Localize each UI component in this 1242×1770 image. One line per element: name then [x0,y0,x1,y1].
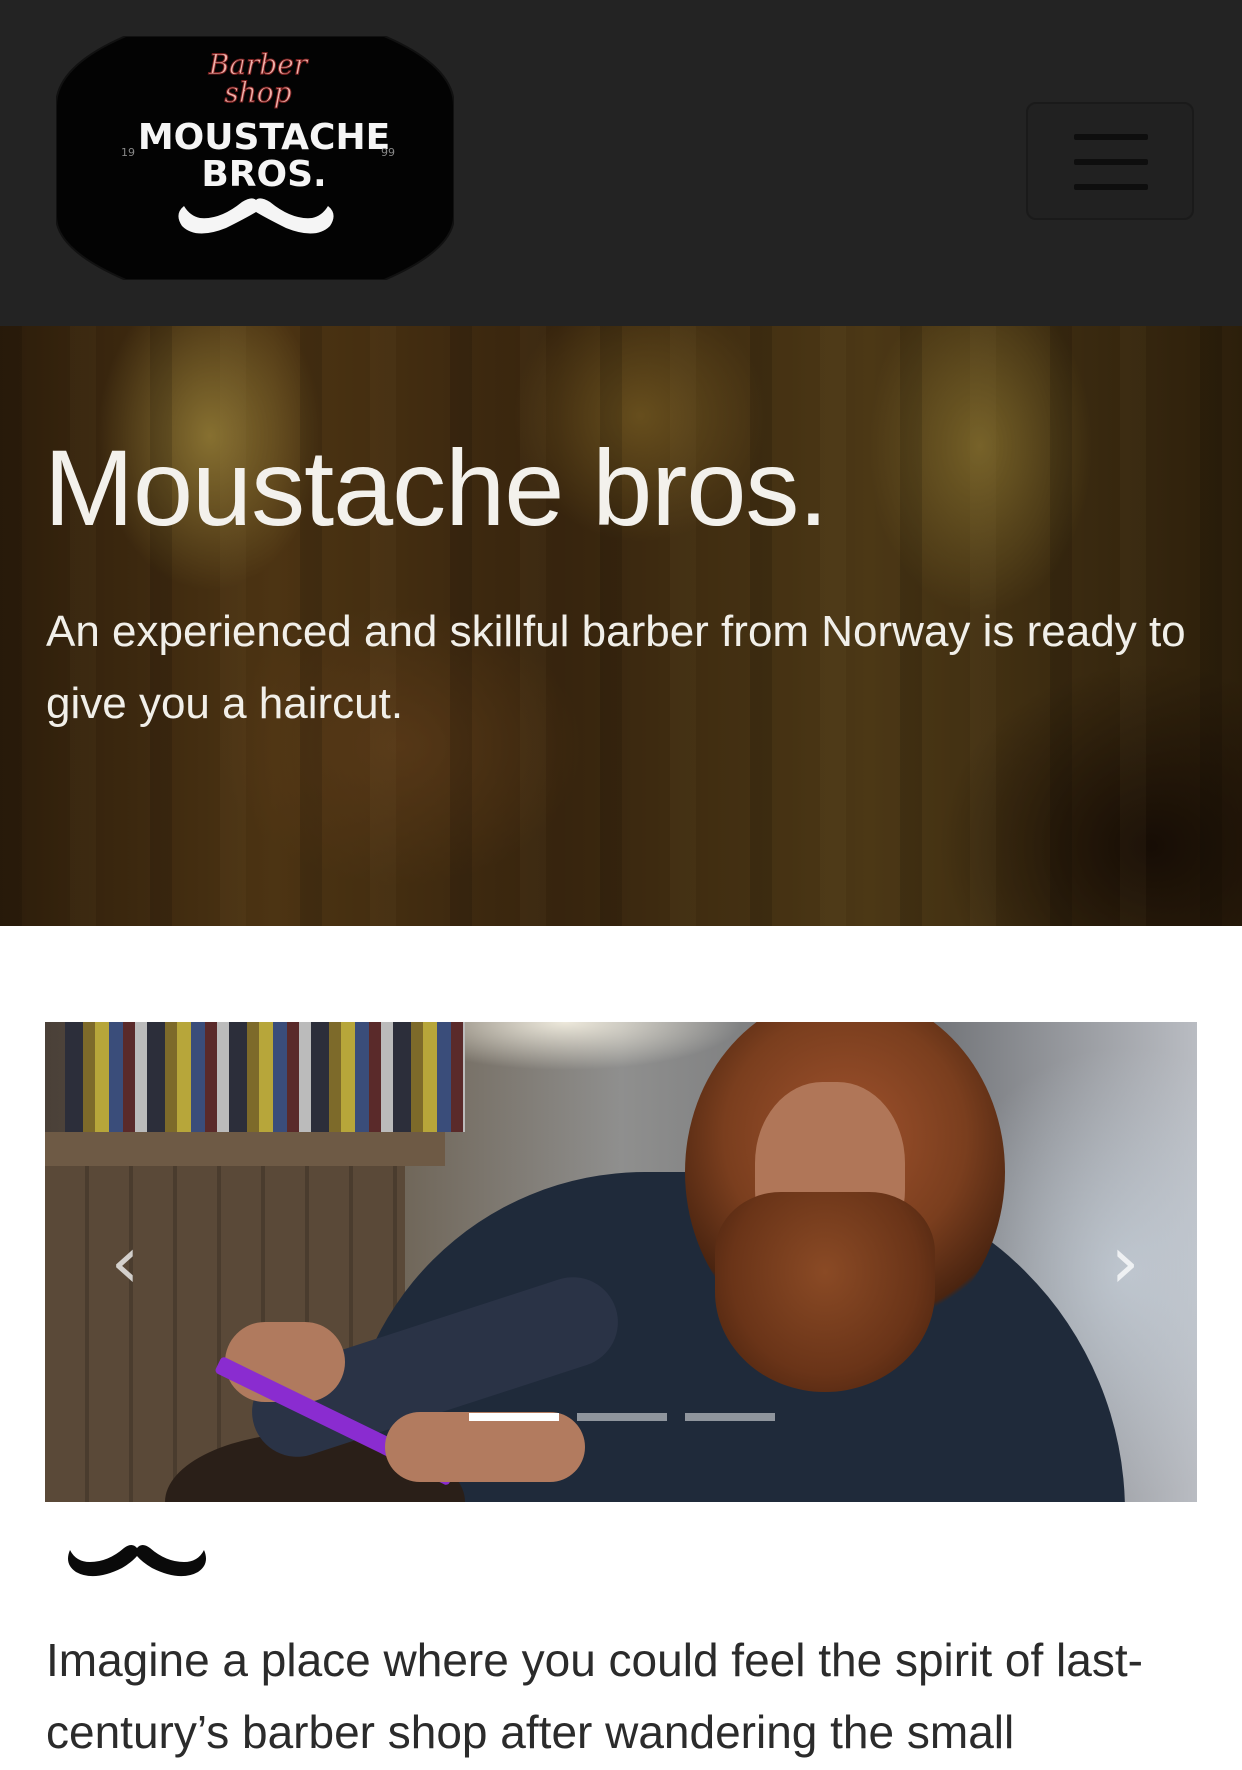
page: Barber shop MOUSTACHE 19 99 BROS. Mousta… [0,0,1242,1770]
hamburger-icon-bar [1074,159,1148,165]
svg-text:BROS.: BROS. [201,154,326,195]
navbar: Barber shop MOUSTACHE 19 99 BROS. [0,0,1242,326]
hamburger-icon-bar [1074,184,1148,190]
intro-paragraph: Imagine a place where you could feel the… [46,1634,1143,1758]
hero-title: Moustache bros. [44,427,828,548]
image-carousel[interactable]: ‹ › [45,1022,1197,1502]
hero-subtitle: An experienced and skillful barber from … [46,607,1186,728]
carousel-prev-button[interactable]: ‹ [95,1222,155,1302]
hero-section: Moustache bros. An experienced and skill… [0,326,1242,926]
carousel-indicator-2[interactable] [577,1413,667,1421]
carousel-indicators [469,1413,789,1423]
svg-text:MOUSTACHE: MOUSTACHE [138,117,390,158]
carousel-indicator-1[interactable] [469,1413,559,1421]
moustache-icon [66,1540,208,1580]
chevron-left-icon: ‹ [110,1220,140,1304]
carousel-indicator-3[interactable] [685,1413,775,1421]
svg-text:shop: shop [224,76,291,109]
brand-logo[interactable]: Barber shop MOUSTACHE 19 99 BROS. [56,36,454,280]
chevron-right-icon: › [1110,1220,1140,1304]
svg-text:99: 99 [381,146,395,159]
svg-text:19: 19 [121,146,135,159]
menu-toggle-button[interactable] [1026,102,1194,220]
carousel-next-button[interactable]: › [1095,1222,1155,1302]
hamburger-icon [1074,134,1148,140]
brand-logo-badge: Barber shop MOUSTACHE 19 99 BROS. [56,36,454,280]
